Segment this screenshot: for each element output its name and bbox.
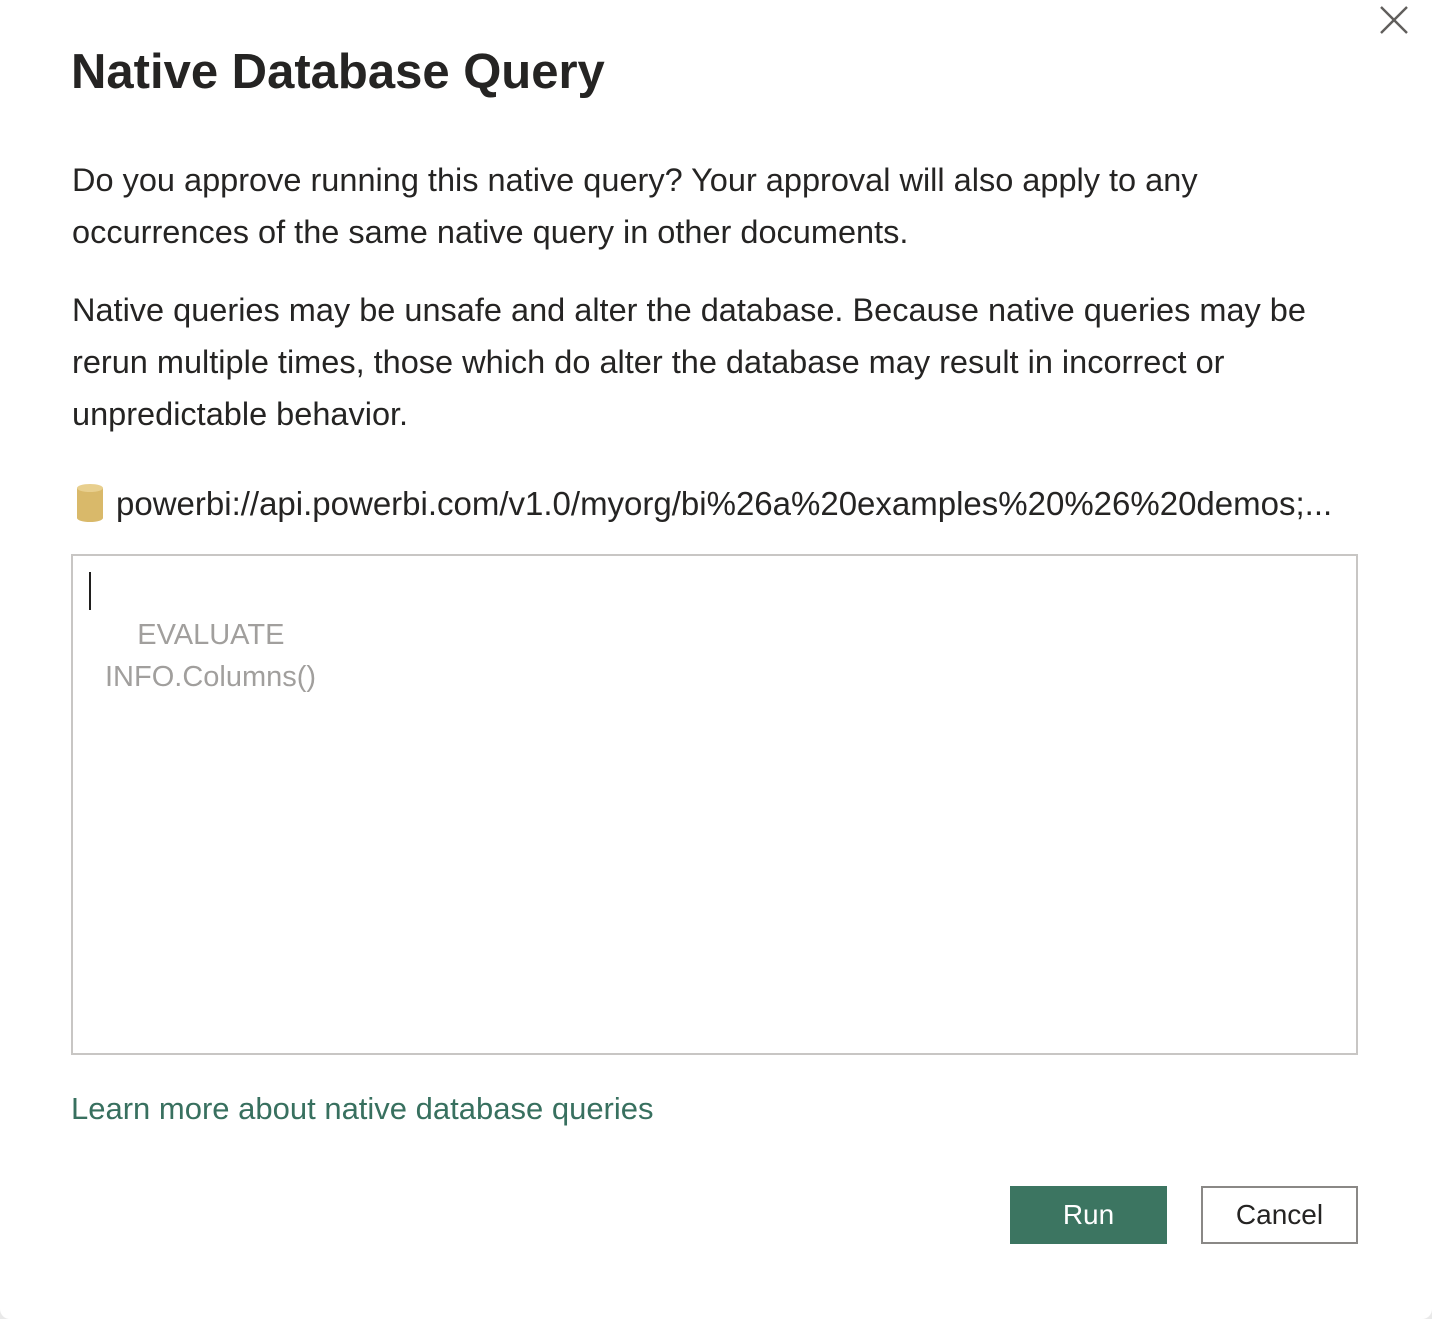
text-caret <box>89 572 91 610</box>
query-text[interactable]: EVALUATE INFO.Columns() <box>105 614 316 698</box>
database-icon <box>77 484 103 522</box>
query-editor[interactable]: EVALUATE INFO.Columns() <box>71 554 1358 1055</box>
native-database-query-dialog: Native Database Query Do you approve run… <box>0 0 1432 1319</box>
cancel-button[interactable]: Cancel <box>1201 1186 1358 1244</box>
warning-message: Native queries may be unsafe and alter t… <box>72 292 1306 432</box>
approval-message: Do you approve running this native query… <box>72 162 1198 250</box>
dialog-title: Native Database Query <box>71 45 605 99</box>
close-button[interactable] <box>1376 2 1412 38</box>
data-source-path: powerbi://api.powerbi.com/v1.0/myorg/bi%… <box>116 485 1333 522</box>
learn-more-link[interactable]: Learn more about native database queries <box>71 1086 654 1132</box>
run-button[interactable]: Run <box>1010 1186 1167 1244</box>
data-source-row: powerbi://api.powerbi.com/v1.0/myorg/bi%… <box>76 478 1366 530</box>
close-icon <box>1380 6 1408 34</box>
